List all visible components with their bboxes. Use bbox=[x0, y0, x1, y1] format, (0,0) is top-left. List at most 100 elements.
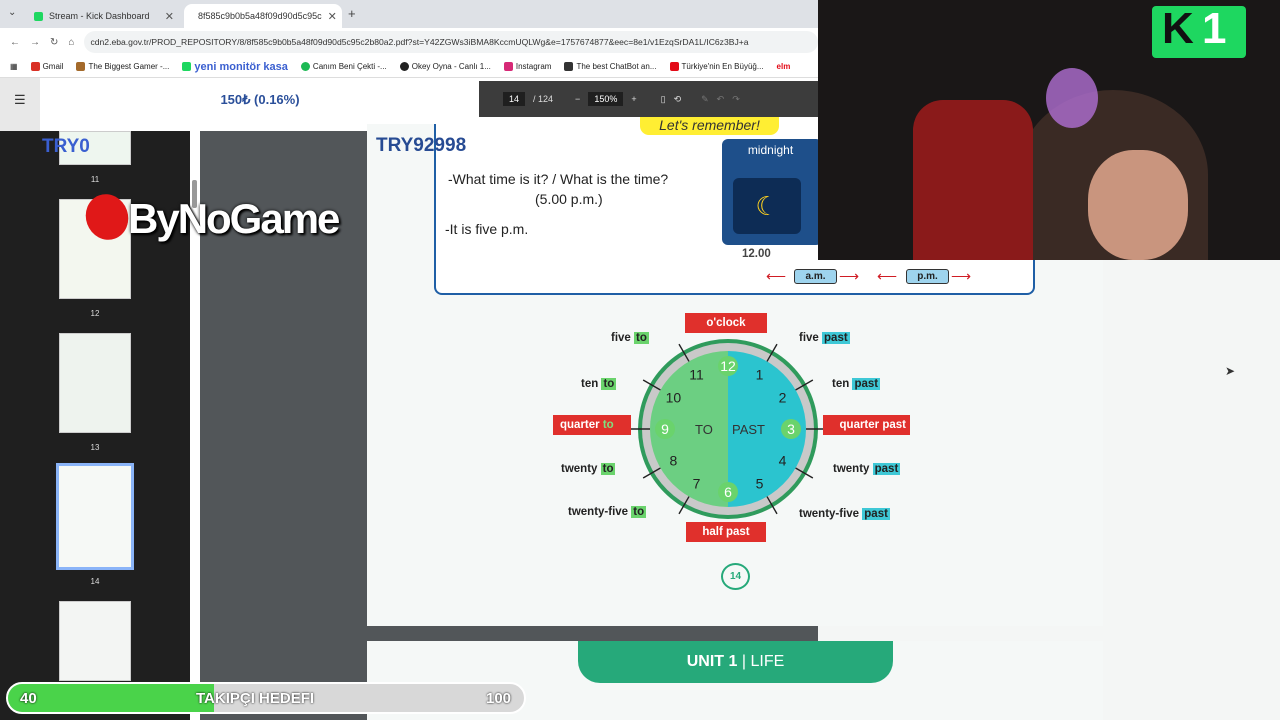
okey-icon bbox=[399, 62, 409, 71]
bookmark-label: yeni monitör kasa bbox=[194, 60, 288, 73]
url-field[interactable]: cdn2.eba.gov.tr/PROD_REPOSITORY/8/8f585c… bbox=[84, 31, 818, 53]
bookmark-monitor[interactable]: yeni monitör kasa bbox=[182, 61, 288, 73]
redo-icon[interactable]: ↷ bbox=[732, 94, 740, 105]
thumbnail-number: 14 bbox=[90, 577, 100, 586]
clock-number-1: 1 bbox=[756, 366, 764, 382]
fit-page-icon[interactable]: ▯ bbox=[661, 94, 666, 105]
bookmark-turkiye[interactable]: Türkiye'nin En Büyüğ... bbox=[669, 62, 764, 71]
zoom-out-icon[interactable]: − bbox=[575, 94, 580, 104]
am-badge: a.m. bbox=[794, 269, 837, 284]
gaming-chair bbox=[913, 100, 1033, 260]
thumbnail-number: 13 bbox=[90, 443, 100, 452]
clock-number-5: 5 bbox=[756, 476, 764, 492]
close-icon[interactable]: ✕ bbox=[165, 10, 174, 23]
arrow-right-icon: ⟶ bbox=[951, 268, 972, 284]
donation-try-left: TRY0 bbox=[42, 136, 90, 157]
kick-favicon-icon bbox=[182, 62, 192, 71]
bookmark-label: Türkiye'nin En Büyüğ... bbox=[681, 62, 764, 71]
mouse-cursor-icon: ➤ bbox=[1225, 364, 1236, 378]
instagram-icon bbox=[503, 62, 513, 71]
menu-icon[interactable]: ☰ bbox=[14, 92, 26, 108]
thumbnail-number: 12 bbox=[90, 309, 100, 318]
thumbnail-page-15[interactable] bbox=[59, 601, 131, 681]
draw-icon[interactable]: ✎ bbox=[701, 94, 709, 105]
screen: ⌄ Stream - Kick Dashboard ✕ 8f585c9b0b5a… bbox=[0, 0, 1280, 720]
pm-badge: p.m. bbox=[906, 269, 949, 284]
bookmark-label: Canım Beni Çekti -... bbox=[312, 62, 387, 71]
page-input[interactable]: 14 bbox=[503, 92, 526, 106]
tab-search-icon[interactable]: ⌄ bbox=[8, 7, 16, 18]
arrow-right-icon: ⟶ bbox=[839, 268, 860, 284]
ten-to-label: ten to bbox=[581, 378, 617, 390]
spotify-icon bbox=[300, 62, 310, 71]
clock-number-9: 9 bbox=[661, 421, 669, 437]
unit-banner: UNIT 1 | LIFE bbox=[578, 641, 893, 683]
bookmark-label: The best ChatBot an... bbox=[576, 62, 657, 71]
clock-number-3: 3 bbox=[787, 421, 795, 437]
clock-number-6: 6 bbox=[724, 484, 732, 500]
close-icon[interactable]: ✕ bbox=[328, 10, 337, 23]
follower-goal-bar: 40 TAKIPÇI HEDEFI 100 bbox=[6, 682, 526, 714]
rotate-icon[interactable]: ⟲ bbox=[674, 94, 682, 105]
tab-kick-dashboard[interactable]: Stream - Kick Dashboard ✕ bbox=[26, 4, 182, 28]
bookmark-chatbot[interactable]: The best ChatBot an... bbox=[564, 62, 657, 71]
clock-number-4: 4 bbox=[779, 453, 787, 469]
bookmark-gmail[interactable]: Gmail bbox=[30, 62, 64, 71]
goal-title: TAKIPÇI HEDEFI bbox=[196, 690, 315, 707]
back-icon[interactable]: ← bbox=[10, 37, 20, 48]
bookmark-instagram[interactable]: Instagram bbox=[503, 62, 552, 71]
store-icon bbox=[669, 62, 679, 71]
midnight-label: midnight bbox=[747, 143, 794, 157]
clock-number-8: 8 bbox=[670, 453, 678, 469]
half-past-label: half past bbox=[686, 522, 766, 542]
twenty-five-to-label: twenty-five to bbox=[568, 506, 647, 518]
chatgpt-icon bbox=[564, 62, 574, 71]
apps-icon[interactable]: ▦ bbox=[10, 62, 18, 71]
bookmark-label: The Biggest Gamer -... bbox=[88, 62, 170, 71]
quarter-to-label: quarter to bbox=[553, 415, 631, 435]
page-total: / 124 bbox=[533, 94, 554, 104]
to-word: TO bbox=[695, 422, 713, 437]
bookmark-label: Instagram bbox=[515, 62, 552, 71]
home-icon[interactable]: ⌂ bbox=[68, 37, 74, 48]
tab-pdf[interactable]: 8f585c9b0b5a48f09d90d5c95c ✕ bbox=[184, 4, 342, 28]
microphone-icon bbox=[1046, 68, 1098, 128]
bookmarks-bar: ▦ Gmail The Biggest Gamer -... yeni moni… bbox=[0, 56, 818, 78]
clock-number-12: 12 bbox=[720, 358, 736, 374]
five-past-label: five past bbox=[799, 332, 850, 344]
new-tab-icon[interactable]: + bbox=[348, 6, 356, 21]
twenty-to-label: twenty to bbox=[561, 463, 616, 475]
kick-logo-text: K 1 bbox=[1162, 4, 1227, 53]
reload-icon[interactable]: ↻ bbox=[50, 37, 58, 48]
zoom-in-icon[interactable]: + bbox=[631, 94, 636, 104]
donation-amount: 150₺ (0.16%) bbox=[220, 92, 300, 107]
bynogame-brand: ByNoGame bbox=[128, 195, 340, 242]
twenty-five-past-label: twenty-five past bbox=[799, 508, 890, 520]
bookmark-elm[interactable]: elm bbox=[777, 62, 791, 71]
sidebar-toggle[interactable]: ☰ bbox=[0, 78, 40, 131]
goal-target: 100 bbox=[486, 690, 512, 707]
question-time: (5.00 p.m.) bbox=[535, 191, 603, 207]
goal-current: 40 bbox=[20, 690, 37, 707]
tab-title: Stream - Kick Dashboard bbox=[49, 11, 150, 21]
thumbnail-page-13[interactable] bbox=[59, 333, 131, 433]
bookmark-gamer[interactable]: The Biggest Gamer -... bbox=[76, 62, 169, 71]
twenty-past-label: twenty past bbox=[833, 463, 901, 475]
gamer-icon bbox=[76, 62, 86, 71]
address-bar: ← → ↻ ⌂ cdn2.eba.gov.tr/PROD_REPOSITORY/… bbox=[0, 28, 818, 56]
clock-number-11: 11 bbox=[689, 366, 704, 382]
past-word: PAST bbox=[732, 422, 765, 437]
bookmark-canim[interactable]: Canım Beni Çekti -... bbox=[300, 62, 387, 71]
quarter-past-label: quarter past bbox=[823, 415, 910, 435]
zoom-level[interactable]: 150% bbox=[588, 92, 624, 106]
donation-try-main: TRY92998 bbox=[376, 135, 467, 156]
bookmark-label: Gmail bbox=[42, 62, 64, 71]
forward-icon[interactable]: → bbox=[30, 37, 40, 48]
five-to-label: five to bbox=[611, 332, 649, 344]
clock-number-10: 10 bbox=[666, 390, 682, 406]
gmail-icon bbox=[30, 62, 40, 71]
thumbnail-page-14-selected[interactable] bbox=[56, 463, 134, 570]
page-number: 14 bbox=[721, 563, 750, 590]
bookmark-okey[interactable]: Okey Oyna - Canlı 1... bbox=[399, 62, 491, 71]
undo-icon[interactable]: ↶ bbox=[717, 94, 725, 105]
